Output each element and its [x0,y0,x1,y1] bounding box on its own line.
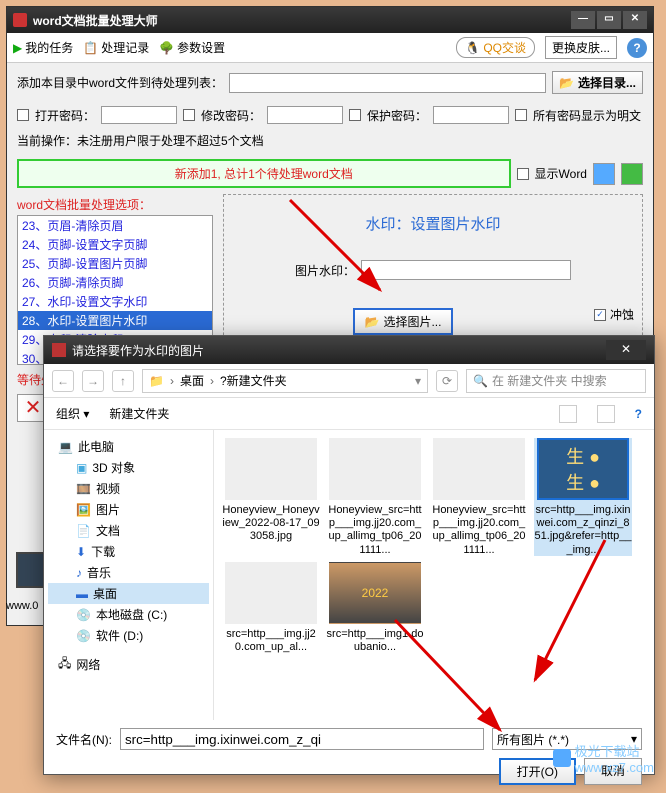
dialog-toolbar: 组织 ▾ 新建文件夹 ? [44,398,654,430]
tree-disk-c[interactable]: 💿本地磁盘 (C:) [48,604,209,625]
file-item[interactable]: 生 ●生 ●src=http___img.ixinwei.com_z_qinzi… [534,438,632,556]
prot-pwd-checkbox[interactable] [349,109,361,121]
tree-videos[interactable]: 🎞️视频 [48,478,209,499]
show-word-label: 显示Word [535,165,587,182]
organize-button[interactable]: 组织 ▾ [56,405,89,422]
qq-chat-button[interactable]: 🐧QQ交谈 [456,37,535,58]
file-dialog: 请选择要作为水印的图片 ✕ ← → ↑ 📁› 桌面› ?新建文件夹 ▾ ⟳ 🔍在… [43,335,655,775]
tree-downloads[interactable]: ⬇下载 [48,541,209,562]
option-item[interactable]: 24、页脚-设置文字页脚 [18,235,212,254]
tree-disk-d[interactable]: 💿软件 (D:) [48,625,209,646]
plain-pwd-checkbox[interactable] [515,109,527,121]
minimize-button[interactable]: — [571,11,595,29]
watermark-title: 水印：设置图片水印 [232,203,634,260]
dialog-title: 请选择要作为水印的图片 [72,342,204,359]
watermark-path-input[interactable] [361,260,571,280]
file-name: src=http___img.jj20.com_up_al... [222,628,320,654]
open-button[interactable]: 打开(O) [499,758,576,785]
nav-refresh-button[interactable]: ⟳ [436,370,458,392]
download-icon[interactable] [621,163,643,185]
maximize-button[interactable]: ▭ [597,11,621,29]
tree-this-pc[interactable]: 💻此电脑 [48,436,209,457]
watermark-label: 图片水印： [295,262,355,279]
open-pwd-label: 打开密码： [35,107,95,124]
file-item[interactable]: Honeyview_src=http___img.jj20.com_up_all… [430,438,528,556]
file-name: Honeyview_src=http___img.jj20.com_up_all… [326,504,424,556]
erode-checkbox[interactable]: ✓ [594,309,606,321]
option-item[interactable]: 25、页脚-设置图片页脚 [18,254,212,273]
tab-history[interactable]: 📋处理记录 [83,39,149,56]
select-image-button[interactable]: 📂选择图片... [353,308,454,335]
prot-pwd-label: 保护密码： [367,107,427,124]
change-skin-button[interactable]: 更换皮肤... [545,36,617,59]
file-name: src=http___img.ixinwei.com_z_qinzi_851.j… [534,504,632,556]
option-item[interactable]: 26、页脚-清除页脚 [18,273,212,292]
tree-desktop[interactable]: ▬桌面 [48,583,209,604]
app-title: word文档批量处理大师 [33,12,158,29]
close-button[interactable]: ✕ [623,11,647,29]
show-word-checkbox[interactable] [517,168,529,180]
erode-label: 冲蚀 [610,306,634,323]
help-icon[interactable]: ? [627,38,647,58]
tree-documents[interactable]: 📄文档 [48,520,209,541]
tab-params[interactable]: 🌳参数设置 [159,39,225,56]
dialog-help-icon[interactable]: ? [635,407,642,421]
file-name: Honeyview_src=http___img.jj20.com_up_all… [430,504,528,556]
filename-input[interactable] [120,728,484,750]
plain-pwd-label: 所有密码显示为明文 [533,107,641,124]
add-dir-label: 添加本目录中word文件到待处理列表： [17,74,223,91]
tree-network[interactable]: 🖧网络 [48,652,209,677]
add-dir-input[interactable] [229,73,546,93]
folder-tree: 💻此电脑 ▣3D 对象 🎞️视频 🖼️图片 📄文档 ⬇下载 ♪音乐 ▬桌面 💿本… [44,430,214,720]
option-item[interactable]: 23、页眉-清除页眉 [18,216,212,235]
tree-music[interactable]: ♪音乐 [48,562,209,583]
new-folder-button[interactable]: 新建文件夹 [109,405,169,422]
nav-fwd-button[interactable]: → [82,370,104,392]
app-icon [13,13,27,27]
breadcrumb[interactable]: 📁› 桌面› ?新建文件夹 ▾ [142,369,428,393]
file-grid: Honeyview_Honeyview_2022-08-17_093058.jp… [214,430,654,720]
current-op-label: 当前操作：未注册用户限于处理不超过5个文档 [17,134,264,148]
tree-pictures[interactable]: 🖼️图片 [48,499,209,520]
file-name: src=http___img1.doubanio... [326,628,424,654]
tree-3d-objects[interactable]: ▣3D 对象 [48,457,209,478]
file-name: Honeyview_Honeyview_2022-08-17_093058.jp… [222,504,320,544]
main-titlebar: word文档批量处理大师 — ▭ ✕ [7,7,653,33]
dialog-close-button[interactable]: ✕ [606,340,646,360]
search-input[interactable]: 🔍在 新建文件夹 中搜索 [466,369,646,393]
status-message: 新添加1, 总计1个待处理word文档 [17,159,511,188]
url-label: www.0 [6,600,38,612]
preview-pane-button[interactable] [597,405,615,423]
filename-label: 文件名(N): [56,731,112,748]
prot-pwd-input[interactable] [433,106,509,124]
dialog-titlebar: 请选择要作为水印的图片 ✕ [44,336,654,364]
open-pwd-checkbox[interactable] [17,109,29,121]
option-item[interactable]: 27、水印-设置文字水印 [18,292,212,311]
save-icon[interactable] [593,163,615,185]
option-item[interactable]: 28、水印-设置图片水印 [18,311,212,330]
dialog-nav: ← → ↑ 📁› 桌面› ?新建文件夹 ▾ ⟳ 🔍在 新建文件夹 中搜索 [44,364,654,398]
options-title: word文档批量处理选项： [17,194,213,215]
tab-tasks[interactable]: ▶我的任务 [13,39,73,56]
file-item[interactable]: src=http___img.jj20.com_up_al... [222,562,320,654]
view-mode-button[interactable] [559,405,577,423]
file-item[interactable]: Honeyview_src=http___img.jj20.com_up_all… [326,438,424,556]
mod-pwd-input[interactable] [267,106,343,124]
main-toolbar: ▶我的任务 📋处理记录 🌳参数设置 🐧QQ交谈 更换皮肤... ? [7,33,653,63]
nav-up-button[interactable]: ↑ [112,370,134,392]
cancel-button[interactable]: 取消 [584,758,642,785]
file-item[interactable]: Honeyview_Honeyview_2022-08-17_093058.jp… [222,438,320,556]
select-dir-button[interactable]: 📂选择目录... [552,71,643,94]
file-item[interactable]: 2022src=http___img1.doubanio... [326,562,424,654]
nav-back-button[interactable]: ← [52,370,74,392]
dialog-icon [52,343,66,357]
open-pwd-input[interactable] [101,106,177,124]
mod-pwd-label: 修改密码： [201,107,261,124]
file-filter-select[interactable]: 所有图片 (*.*)▾ [492,728,642,750]
mod-pwd-checkbox[interactable] [183,109,195,121]
